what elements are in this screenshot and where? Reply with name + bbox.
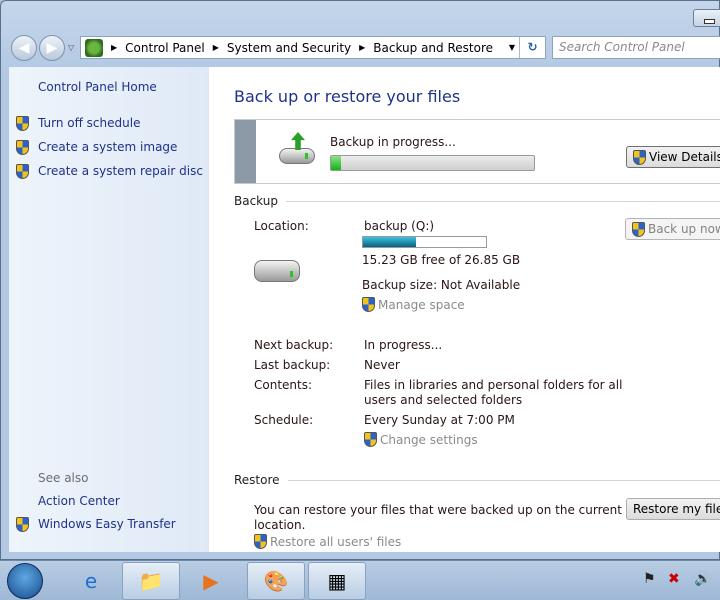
shield-icon (364, 432, 377, 447)
see-also-heading: See also (38, 471, 89, 485)
internet-explorer-icon[interactable]: e (62, 562, 120, 600)
manage-space-link[interactable]: Manage space (362, 297, 465, 312)
shield-icon (16, 139, 29, 155)
control-panel-window: ◀ ▶ ▽ ▶ Control Panel ▶ System and Security… (0, 0, 720, 560)
backup-section-heading: Backup (234, 194, 720, 208)
last-backup-value: Never (364, 358, 400, 372)
schedule-label: Schedule: (254, 413, 314, 427)
forward-button[interactable]: ▶ (39, 35, 65, 61)
progress-status: Backup in progress... (330, 135, 456, 149)
start-button[interactable] (7, 563, 43, 599)
shield-icon (16, 115, 29, 131)
shield-icon (632, 221, 645, 237)
media-player-icon[interactable]: ▶ (182, 562, 240, 600)
back-button[interactable]: ◀ (11, 35, 37, 61)
create-system-image-link[interactable]: Create a system image (16, 139, 177, 155)
search-input[interactable]: Search Control Panel (552, 36, 720, 59)
restore-description: You can restore your files that were bac… (254, 503, 622, 517)
shield-icon (362, 297, 375, 312)
disk-usage-bar (362, 236, 487, 248)
breadcrumb-control-panel[interactable]: Control Panel (121, 41, 209, 55)
main-content: Back up or restore your files Backup in … (209, 67, 720, 552)
view-details-button[interactable]: View Details (626, 146, 720, 168)
shield-icon (16, 516, 29, 532)
next-backup-label: Next backup: (254, 338, 334, 352)
breadcrumb-backup-restore[interactable]: Backup and Restore (369, 41, 497, 55)
shield-icon (633, 149, 646, 165)
restore-all-users-files-link[interactable]: Restore all users' files (254, 534, 401, 549)
backup-drive-icon (279, 148, 315, 164)
taskbar: e 📁 ▶ 🎨 ▦ ⚑ ✖ 🔊 (0, 560, 720, 600)
shield-icon (254, 534, 267, 549)
backup-progress-bar (330, 155, 535, 171)
disk-free-text: 15.23 GB free of 26.85 GB (362, 253, 521, 267)
control-panel-icon (85, 38, 103, 57)
last-backup-label: Last backup: (254, 358, 331, 372)
back-up-now-button[interactable]: Back up now (625, 218, 720, 240)
location-label: Location: (254, 219, 309, 233)
control-panel-home-link[interactable]: Control Panel Home (38, 80, 157, 94)
contents-value-cont: users and selected folders (364, 393, 523, 407)
create-repair-disc-link[interactable]: Create a system repair disc (16, 163, 203, 179)
windows-easy-transfer-link[interactable]: Windows Easy Transfer (16, 516, 176, 532)
action-center-flag-icon[interactable]: ⚑ (643, 571, 656, 587)
restore-description-cont: location. (254, 518, 306, 532)
refresh-icon[interactable]: ↻ (519, 37, 545, 58)
next-backup-value: In progress... (364, 338, 443, 352)
address-dropdown-icon[interactable]: ▼ (509, 43, 515, 52)
page-title: Back up or restore your files (234, 87, 461, 106)
control-panel-taskbar-icon[interactable]: ▦ (308, 562, 366, 600)
recent-pages-dropdown[interactable]: ▽ (68, 43, 74, 52)
sidebar: Control Panel Home Turn off schedule Cre… (9, 67, 209, 552)
backup-size: Backup size: Not Available (362, 278, 521, 292)
change-settings-link[interactable]: Change settings (364, 432, 478, 447)
windows-explorer-icon[interactable]: 📁 (122, 562, 180, 600)
hard-drive-icon (254, 260, 300, 282)
paint-icon[interactable]: 🎨 (247, 562, 305, 600)
backup-progress-panel: Backup in progress... View Details (234, 119, 720, 184)
network-disconnected-icon[interactable]: ✖ (668, 571, 680, 587)
contents-label: Contents: (254, 378, 313, 392)
minimize-button[interactable] (693, 9, 720, 27)
action-center-link[interactable]: Action Center (38, 494, 120, 508)
shield-icon (16, 163, 29, 179)
address-bar[interactable]: ▶ Control Panel ▶ System and Security ▶ Bac… (80, 36, 546, 59)
restore-my-files-button[interactable]: Restore my files (626, 498, 720, 520)
schedule-value: Every Sunday at 7:00 PM (364, 413, 515, 427)
turn-off-schedule-link[interactable]: Turn off schedule (16, 115, 140, 131)
volume-icon[interactable]: 🔊 (694, 571, 711, 587)
contents-value: Files in libraries and personal folders … (364, 378, 623, 392)
location-value: backup (Q:) (364, 219, 435, 233)
restore-section-heading: Restore (234, 473, 720, 487)
breadcrumb-system-security[interactable]: System and Security (223, 41, 355, 55)
